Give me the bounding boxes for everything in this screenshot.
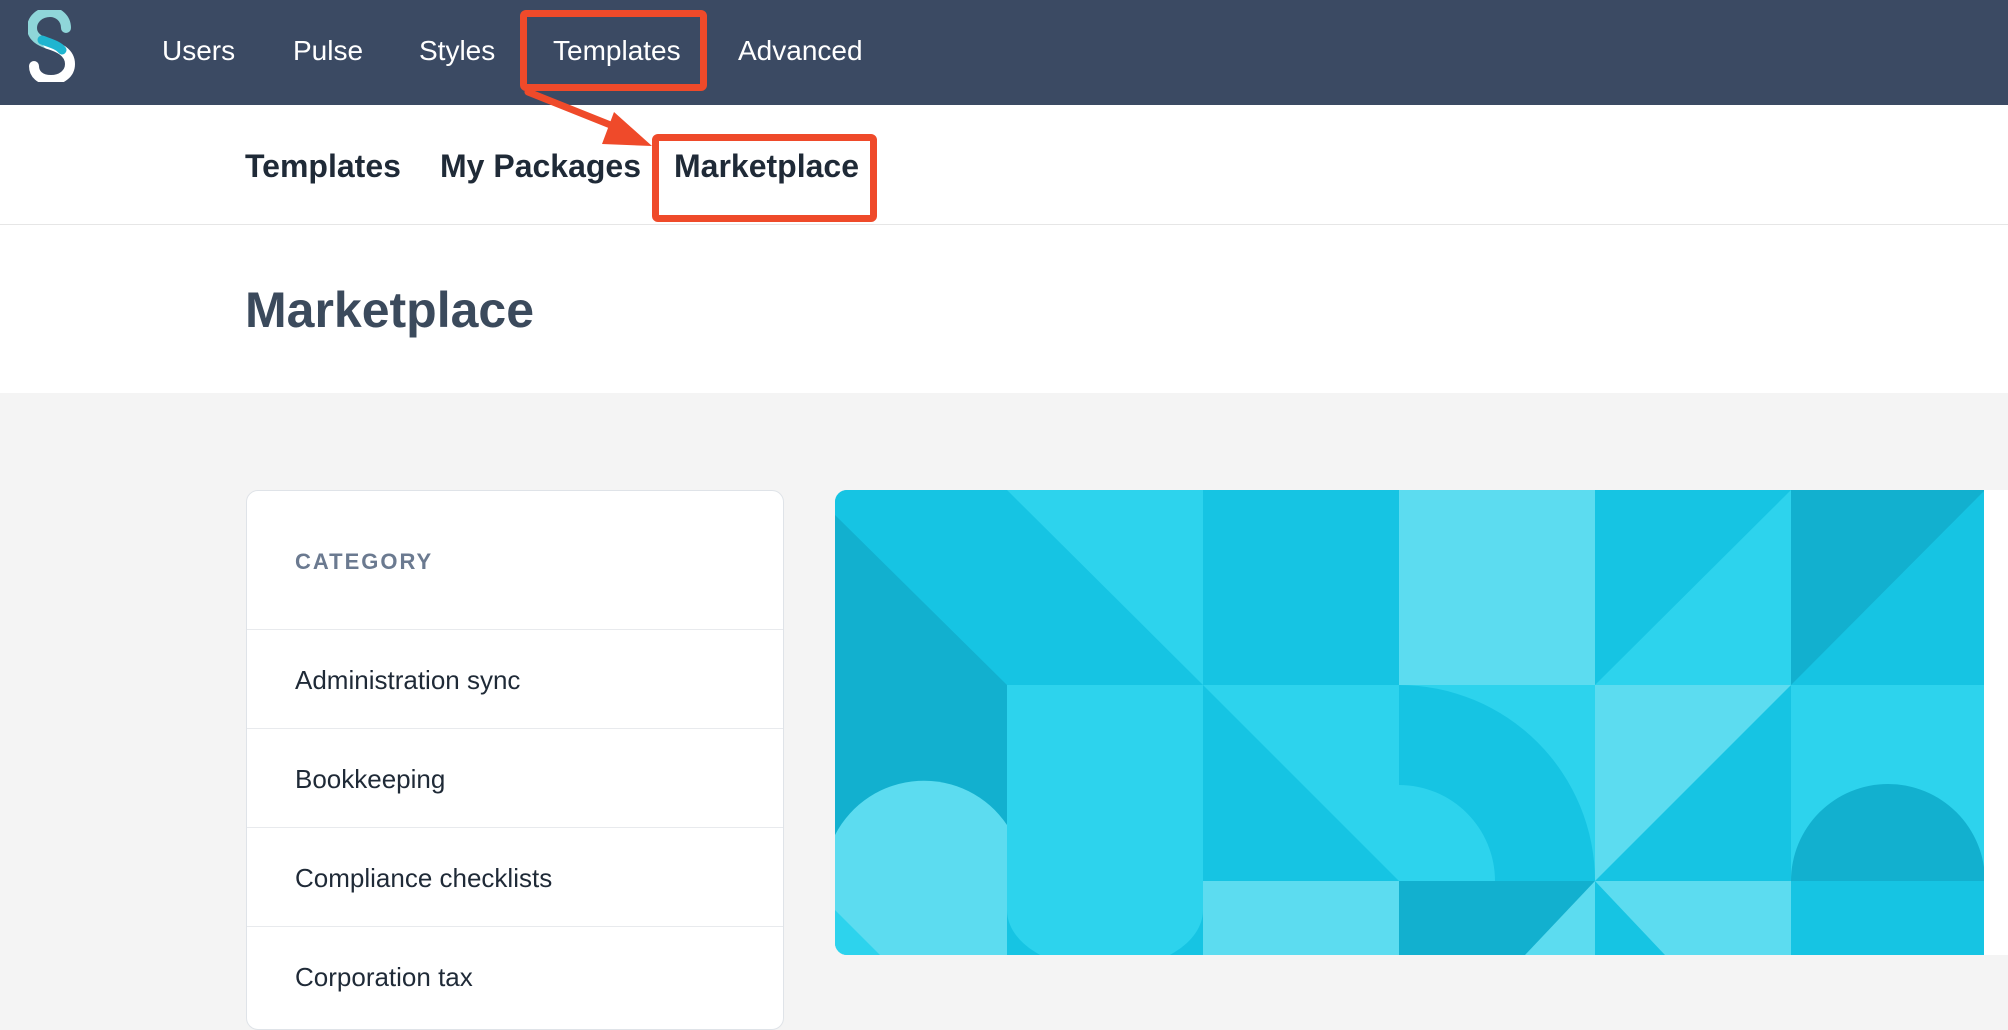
- marketplace-banner: [835, 490, 2008, 955]
- geometric-pattern-image: [835, 490, 1985, 955]
- category-item-label: Corporation tax: [295, 962, 473, 992]
- subnav-my-packages[interactable]: My Packages: [440, 145, 641, 187]
- category-item-label: Compliance checklists: [295, 863, 553, 893]
- category-item-corporation-tax[interactable]: Corporation tax: [247, 926, 783, 1025]
- topnav-templates[interactable]: Templates: [553, 32, 681, 70]
- category-item-administration-sync[interactable]: Administration sync: [247, 629, 783, 728]
- top-navigation-bar: Users Pulse Styles Templates Advanced: [0, 0, 2008, 105]
- banner-edge: [1984, 490, 2008, 955]
- secondary-navigation-bar: Templates My Packages Marketplace: [0, 105, 2008, 225]
- category-item-compliance-checklists[interactable]: Compliance checklists: [247, 827, 783, 926]
- topnav-users[interactable]: Users: [162, 32, 235, 70]
- topnav-styles[interactable]: Styles: [419, 32, 495, 70]
- page-header: Marketplace: [0, 225, 2008, 393]
- subnav-marketplace[interactable]: Marketplace: [674, 145, 859, 187]
- category-heading: CATEGORY: [295, 549, 434, 574]
- topnav-pulse[interactable]: Pulse: [293, 32, 363, 70]
- category-item-label: Administration sync: [295, 665, 521, 695]
- category-item-label: Bookkeeping: [295, 764, 446, 794]
- brand-s-logo-icon[interactable]: [28, 10, 76, 82]
- category-panel: CATEGORY Administration sync Bookkeeping…: [246, 490, 784, 1030]
- topnav-advanced[interactable]: Advanced: [738, 32, 863, 70]
- page-title: Marketplace: [245, 282, 535, 338]
- category-item-bookkeeping[interactable]: Bookkeeping: [247, 728, 783, 827]
- subnav-templates[interactable]: Templates: [245, 145, 401, 187]
